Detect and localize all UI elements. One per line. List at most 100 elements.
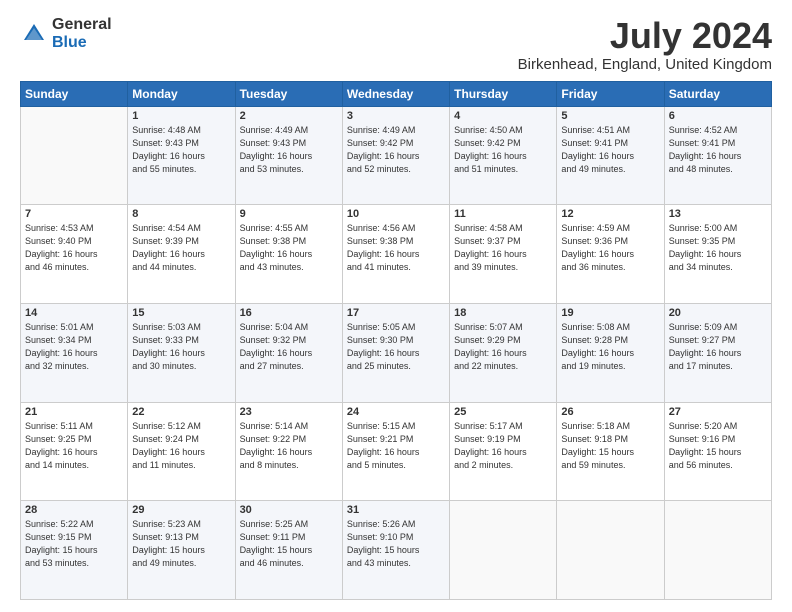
day-number: 10 (347, 208, 445, 220)
day-number: 14 (25, 307, 123, 319)
day-info: Sunrise: 4:52 AM Sunset: 9:41 PM Dayligh… (669, 124, 767, 176)
day-info: Sunrise: 5:09 AM Sunset: 9:27 PM Dayligh… (669, 321, 767, 373)
day-number: 12 (561, 208, 659, 220)
day-info: Sunrise: 4:51 AM Sunset: 9:41 PM Dayligh… (561, 124, 659, 176)
weekday-header-tuesday: Tuesday (235, 81, 342, 106)
weekday-header-thursday: Thursday (450, 81, 557, 106)
page: General Blue July 2024 Birkenhead, Engla… (0, 0, 792, 612)
day-info: Sunrise: 5:14 AM Sunset: 9:22 PM Dayligh… (240, 420, 338, 472)
location: Birkenhead, England, United Kingdom (518, 56, 772, 73)
day-info: Sunrise: 4:49 AM Sunset: 9:42 PM Dayligh… (347, 124, 445, 176)
calendar-week-row: 1Sunrise: 4:48 AM Sunset: 9:43 PM Daylig… (21, 106, 772, 205)
day-info: Sunrise: 4:49 AM Sunset: 9:43 PM Dayligh… (240, 124, 338, 176)
weekday-header-monday: Monday (128, 81, 235, 106)
day-info: Sunrise: 5:18 AM Sunset: 9:18 PM Dayligh… (561, 420, 659, 472)
calendar-week-row: 21Sunrise: 5:11 AM Sunset: 9:25 PM Dayli… (21, 402, 772, 501)
calendar-cell: 24Sunrise: 5:15 AM Sunset: 9:21 PM Dayli… (342, 402, 449, 501)
calendar-cell: 7 Sunrise: 4:53 AM Sunset: 9:40 PM Daylig… (21, 205, 128, 304)
logo-general: General (52, 16, 112, 34)
calendar-cell: 1Sunrise: 4:48 AM Sunset: 9:43 PM Daylig… (128, 106, 235, 205)
calendar-cell: 30 Sunrise: 5:25 AM Sunset: 9:11 PM Dayli… (235, 501, 342, 600)
calendar-cell: 20 Sunrise: 5:09 AM Sunset: 9:27 PM Dayli… (664, 303, 771, 402)
day-number: 9 (240, 208, 338, 220)
calendar-cell: 28Sunrise: 5:22 AM Sunset: 9:15 PM Dayli… (21, 501, 128, 600)
calendar: SundayMondayTuesdayWednesdayThursdayFrid… (20, 81, 772, 600)
day-info: Sunrise: 4:53 AM Sunset: 9:40 PM Dayligh… (25, 222, 123, 274)
day-info: Sunrise: 5:07 AM Sunset: 9:29 PM Dayligh… (454, 321, 552, 373)
day-number: 29 (132, 504, 230, 516)
day-number: 26 (561, 406, 659, 418)
weekday-header-friday: Friday (557, 81, 664, 106)
day-number: 3 (347, 110, 445, 122)
day-number: 23 (240, 406, 338, 418)
calendar-cell: 26 Sunrise: 5:18 AM Sunset: 9:18 PM Dayli… (557, 402, 664, 501)
calendar-cell: 29 Sunrise: 5:23 AM Sunset: 9:13 PM Dayli… (128, 501, 235, 600)
day-number: 22 (132, 406, 230, 418)
day-number: 5 (561, 110, 659, 122)
calendar-cell: 22Sunrise: 5:12 AM Sunset: 9:24 PM Dayli… (128, 402, 235, 501)
calendar-cell: 6 Sunrise: 4:52 AM Sunset: 9:41 PM Daylig… (664, 106, 771, 205)
calendar-week-row: 7 Sunrise: 4:53 AM Sunset: 9:40 PM Daylig… (21, 205, 772, 304)
day-number: 19 (561, 307, 659, 319)
logo-text: General Blue (52, 16, 112, 51)
day-info: Sunrise: 4:54 AM Sunset: 9:39 PM Dayligh… (132, 222, 230, 274)
day-number: 13 (669, 208, 767, 220)
day-number: 16 (240, 307, 338, 319)
calendar-cell: 14 Sunrise: 5:01 AM Sunset: 9:34 PM Dayli… (21, 303, 128, 402)
calendar-cell: 12 Sunrise: 4:59 AM Sunset: 9:36 PM Dayli… (557, 205, 664, 304)
calendar-cell: 19 Sunrise: 5:08 AM Sunset: 9:28 PM Dayli… (557, 303, 664, 402)
day-info: Sunrise: 4:50 AM Sunset: 9:42 PM Dayligh… (454, 124, 552, 176)
day-info: Sunrise: 5:08 AM Sunset: 9:28 PM Dayligh… (561, 321, 659, 373)
calendar-cell: 8 Sunrise: 4:54 AM Sunset: 9:39 PM Daylig… (128, 205, 235, 304)
day-number: 11 (454, 208, 552, 220)
logo-blue: Blue (52, 34, 112, 52)
header: General Blue July 2024 Birkenhead, Engla… (20, 16, 772, 73)
calendar-cell: 16 Sunrise: 5:04 AM Sunset: 9:32 PM Dayli… (235, 303, 342, 402)
day-number: 25 (454, 406, 552, 418)
calendar-cell: 10 Sunrise: 4:56 AM Sunset: 9:38 PM Dayli… (342, 205, 449, 304)
logo: General Blue (20, 16, 112, 51)
day-number: 6 (669, 110, 767, 122)
day-number: 24 (347, 406, 445, 418)
calendar-cell: 13Sunrise: 5:00 AM Sunset: 9:35 PM Dayli… (664, 205, 771, 304)
calendar-cell: 25Sunrise: 5:17 AM Sunset: 9:19 PM Dayli… (450, 402, 557, 501)
calendar-cell: 21Sunrise: 5:11 AM Sunset: 9:25 PM Dayli… (21, 402, 128, 501)
day-number: 8 (132, 208, 230, 220)
calendar-cell (557, 501, 664, 600)
day-number: 21 (25, 406, 123, 418)
day-number: 1 (132, 110, 230, 122)
calendar-cell (21, 106, 128, 205)
day-number: 31 (347, 504, 445, 516)
calendar-cell: 31Sunrise: 5:26 AM Sunset: 9:10 PM Dayli… (342, 501, 449, 600)
calendar-cell: 3 Sunrise: 4:49 AM Sunset: 9:42 PM Daylig… (342, 106, 449, 205)
day-number: 7 (25, 208, 123, 220)
calendar-cell (664, 501, 771, 600)
day-info: Sunrise: 5:01 AM Sunset: 9:34 PM Dayligh… (25, 321, 123, 373)
day-number: 27 (669, 406, 767, 418)
day-number: 2 (240, 110, 338, 122)
day-number: 4 (454, 110, 552, 122)
day-number: 18 (454, 307, 552, 319)
day-info: Sunrise: 4:56 AM Sunset: 9:38 PM Dayligh… (347, 222, 445, 274)
calendar-cell (450, 501, 557, 600)
weekday-header-saturday: Saturday (664, 81, 771, 106)
day-number: 28 (25, 504, 123, 516)
calendar-cell: 5 Sunrise: 4:51 AM Sunset: 9:41 PM Daylig… (557, 106, 664, 205)
day-number: 20 (669, 307, 767, 319)
day-info: Sunrise: 4:59 AM Sunset: 9:36 PM Dayligh… (561, 222, 659, 274)
day-info: Sunrise: 5:23 AM Sunset: 9:13 PM Dayligh… (132, 518, 230, 570)
calendar-cell: 17Sunrise: 5:05 AM Sunset: 9:30 PM Dayli… (342, 303, 449, 402)
weekday-header-sunday: Sunday (21, 81, 128, 106)
day-info: Sunrise: 5:20 AM Sunset: 9:16 PM Dayligh… (669, 420, 767, 472)
day-number: 15 (132, 307, 230, 319)
calendar-cell: 2 Sunrise: 4:49 AM Sunset: 9:43 PM Daylig… (235, 106, 342, 205)
day-info: Sunrise: 5:25 AM Sunset: 9:11 PM Dayligh… (240, 518, 338, 570)
day-number: 30 (240, 504, 338, 516)
month-title: July 2024 (518, 16, 772, 56)
calendar-cell: 15Sunrise: 5:03 AM Sunset: 9:33 PM Dayli… (128, 303, 235, 402)
calendar-cell: 11 Sunrise: 4:58 AM Sunset: 9:37 PM Dayli… (450, 205, 557, 304)
calendar-week-row: 14 Sunrise: 5:01 AM Sunset: 9:34 PM Dayli… (21, 303, 772, 402)
day-info: Sunrise: 4:58 AM Sunset: 9:37 PM Dayligh… (454, 222, 552, 274)
calendar-cell: 4 Sunrise: 4:50 AM Sunset: 9:42 PM Daylig… (450, 106, 557, 205)
day-info: Sunrise: 5:04 AM Sunset: 9:32 PM Dayligh… (240, 321, 338, 373)
